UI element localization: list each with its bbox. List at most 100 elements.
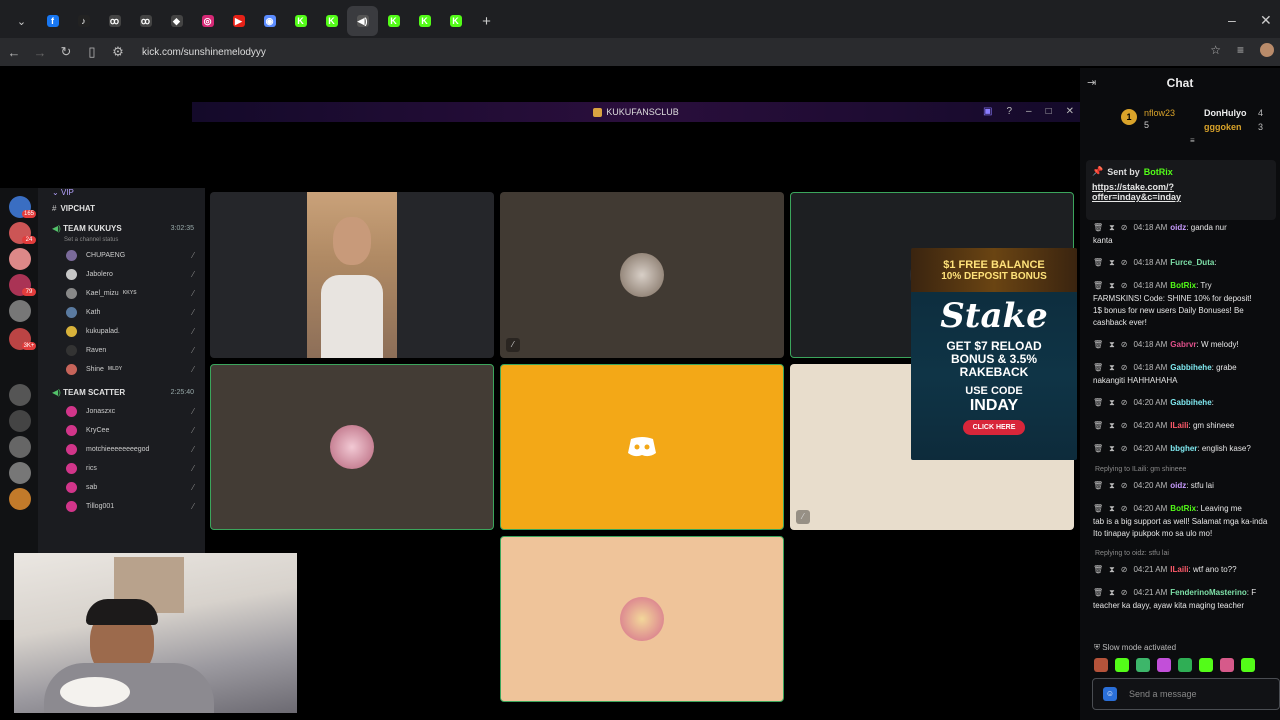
- voice-member[interactable]: Kael_mizu KKYS ⁄: [66, 284, 204, 302]
- forward-icon[interactable]: →: [28, 45, 52, 60]
- emote-icon[interactable]: [1178, 658, 1192, 672]
- message-username[interactable]: ILaili: [1170, 565, 1188, 574]
- delete-icon[interactable]: 🗑: [1093, 281, 1103, 290]
- close-icon[interactable]: ✕: [1066, 106, 1074, 117]
- video-tile-user-2[interactable]: ⁄: [500, 192, 784, 358]
- delete-icon[interactable]: 🗑: [1093, 565, 1103, 574]
- ban-icon[interactable]: ⊘: [1121, 565, 1128, 574]
- video-tile-camera[interactable]: [210, 192, 494, 358]
- ad-click-here-button[interactable]: CLICK HERE: [962, 420, 1026, 435]
- kick-tab-3[interactable]: K: [378, 6, 409, 36]
- pinned-link[interactable]: https://stake.com/?: [1092, 182, 1174, 192]
- emote-icon[interactable]: [1157, 658, 1171, 672]
- delete-icon[interactable]: 🗑: [1093, 363, 1103, 372]
- voice-member[interactable]: CHUPAENG ⁄: [66, 246, 204, 264]
- message-username[interactable]: BotRix: [1170, 281, 1196, 290]
- chat-message[interactable]: 🗑 ⧗ ⊘ 04:18 AM Gabrvr: W melody!: [1093, 339, 1280, 351]
- app-tab-1[interactable]: ꝏ: [99, 6, 130, 36]
- delete-icon[interactable]: 🗑: [1093, 258, 1103, 267]
- message-username[interactable]: FenderinoMasterino: [1170, 588, 1246, 597]
- category-vip[interactable]: ⌄ VIP: [52, 184, 74, 200]
- message-username[interactable]: Gabrvr: [1170, 340, 1196, 349]
- messenger-tab[interactable]: ◉: [254, 6, 285, 36]
- chat-message[interactable]: 🗑 ⧗ ⊘ 04:18 AM oidz: ganda nur: [1093, 222, 1280, 234]
- ban-icon[interactable]: ⊘: [1121, 340, 1128, 349]
- chat-message[interactable]: 🗑 ⧗ ⊘ 04:18 AM BotRix: Try: [1093, 280, 1280, 292]
- delete-icon[interactable]: 🗑: [1093, 481, 1103, 490]
- maximize-icon[interactable]: □: [1046, 106, 1052, 117]
- sidebar-toggle-icon[interactable]: ▯: [80, 44, 104, 60]
- voice-member[interactable]: Kath ⁄: [66, 303, 204, 321]
- emote-icon[interactable]: [1094, 658, 1108, 672]
- ban-icon[interactable]: ⊘: [1121, 444, 1128, 453]
- emote-icon[interactable]: [1136, 658, 1150, 672]
- chat-message[interactable]: 🗑 ⧗ ⊘ 04:21 AM FenderinoMasterino: F: [1093, 587, 1280, 599]
- voice-member[interactable]: Jabolero ⁄: [66, 265, 204, 283]
- kick-tab-5[interactable]: K: [440, 6, 471, 36]
- message-username[interactable]: ILaili: [1170, 421, 1188, 430]
- ban-icon[interactable]: ⊘: [1121, 398, 1128, 407]
- pinned-user[interactable]: BotRix: [1144, 167, 1173, 177]
- delete-icon[interactable]: 🗑: [1093, 444, 1103, 453]
- emote-icon[interactable]: [1241, 658, 1255, 672]
- youtube-tab[interactable]: ▶: [223, 6, 254, 36]
- timeout-icon[interactable]: ⧗: [1109, 421, 1115, 430]
- timeout-icon[interactable]: ⧗: [1109, 444, 1115, 453]
- video-tile-user-7-speaking[interactable]: [500, 536, 784, 702]
- media-control-icon[interactable]: ≡: [1237, 43, 1244, 57]
- chat-message[interactable]: 🗑 ⧗ ⊘ 04:20 AM Gabbihehe:: [1093, 397, 1280, 409]
- voice-member[interactable]: rics ⁄: [66, 459, 204, 477]
- delete-icon[interactable]: 🗑: [1093, 340, 1103, 349]
- message-username[interactable]: bbgher: [1170, 444, 1197, 453]
- chat-message[interactable]: 🗑 ⧗ ⊘ 04:20 AM ILaili: gm shineee: [1093, 420, 1280, 432]
- emote-picker-icon[interactable]: ☺: [1103, 687, 1117, 701]
- bookmark-star-icon[interactable]: ☆: [1210, 43, 1221, 57]
- profile-avatar[interactable]: [1260, 43, 1274, 57]
- message-username[interactable]: Gabbihehe: [1170, 363, 1211, 372]
- voice-channel-team-scatter[interactable]: ◀) TEAM SCATTER 2:25:40: [52, 384, 202, 400]
- voice-member[interactable]: KryCee ⁄: [66, 421, 204, 439]
- instagram-tab[interactable]: ◎: [192, 6, 223, 36]
- expand-leaderboard-icon[interactable]: ≡: [1190, 136, 1195, 145]
- delete-icon[interactable]: 🗑: [1093, 421, 1103, 430]
- kick-tab-1[interactable]: K: [285, 6, 316, 36]
- timeout-icon[interactable]: ⧗: [1109, 258, 1115, 267]
- voice-member[interactable]: Raven ⁄: [66, 341, 204, 359]
- ban-icon[interactable]: ⊘: [1121, 223, 1128, 232]
- minimize-icon[interactable]: –: [1026, 106, 1032, 117]
- timeout-icon[interactable]: ⧗: [1109, 340, 1115, 349]
- message-username[interactable]: Furce_Duta: [1170, 258, 1214, 267]
- video-tile-user-4-speaking[interactable]: [210, 364, 494, 530]
- server-icon[interactable]: [9, 436, 31, 458]
- inbox-icon[interactable]: ▣: [983, 106, 992, 117]
- channel-vipchat[interactable]: # VIPCHAT: [52, 200, 95, 216]
- ban-icon[interactable]: ⊘: [1121, 258, 1128, 267]
- emote-icon[interactable]: [1199, 658, 1213, 672]
- timeout-icon[interactable]: ⧗: [1109, 588, 1115, 597]
- site-info-icon[interactable]: ⚙: [106, 44, 130, 60]
- chat-message[interactable]: 🗑 ⧗ ⊘ 04:18 AM Gabbihehe: grabe: [1093, 362, 1280, 374]
- ban-icon[interactable]: ⊘: [1121, 504, 1128, 513]
- message-username[interactable]: BotRix: [1170, 504, 1196, 513]
- minimize-icon[interactable]: –: [1228, 12, 1236, 28]
- kick-tab-4[interactable]: K: [409, 6, 440, 36]
- emote-icon[interactable]: [1220, 658, 1234, 672]
- close-icon[interactable]: ✕: [1260, 12, 1272, 29]
- delete-icon[interactable]: 🗑: [1093, 588, 1103, 597]
- delete-icon[interactable]: 🗑: [1093, 223, 1103, 232]
- leader-name[interactable]: gggoken: [1204, 122, 1242, 132]
- stake-ad-overlay[interactable]: $1 FREE BALANCE 10% DEPOSIT BONUS Stake …: [911, 248, 1077, 460]
- voice-member[interactable]: Shine MLDY ⁄: [66, 360, 204, 378]
- audio-tab[interactable]: ◀): [347, 6, 378, 36]
- reload-icon[interactable]: ↻: [54, 44, 78, 60]
- ban-icon[interactable]: ⊘: [1121, 363, 1128, 372]
- emote-icon[interactable]: [1115, 658, 1129, 672]
- server-icon[interactable]: [9, 462, 31, 484]
- leader-name[interactable]: DonHulyo: [1204, 108, 1247, 118]
- timeout-icon[interactable]: ⧗: [1109, 363, 1115, 372]
- kick-tab-2[interactable]: K: [316, 6, 347, 36]
- server-icon[interactable]: [9, 384, 31, 406]
- server-icon[interactable]: [9, 300, 31, 322]
- server-icon[interactable]: [9, 410, 31, 432]
- timeout-icon[interactable]: ⧗: [1109, 223, 1115, 232]
